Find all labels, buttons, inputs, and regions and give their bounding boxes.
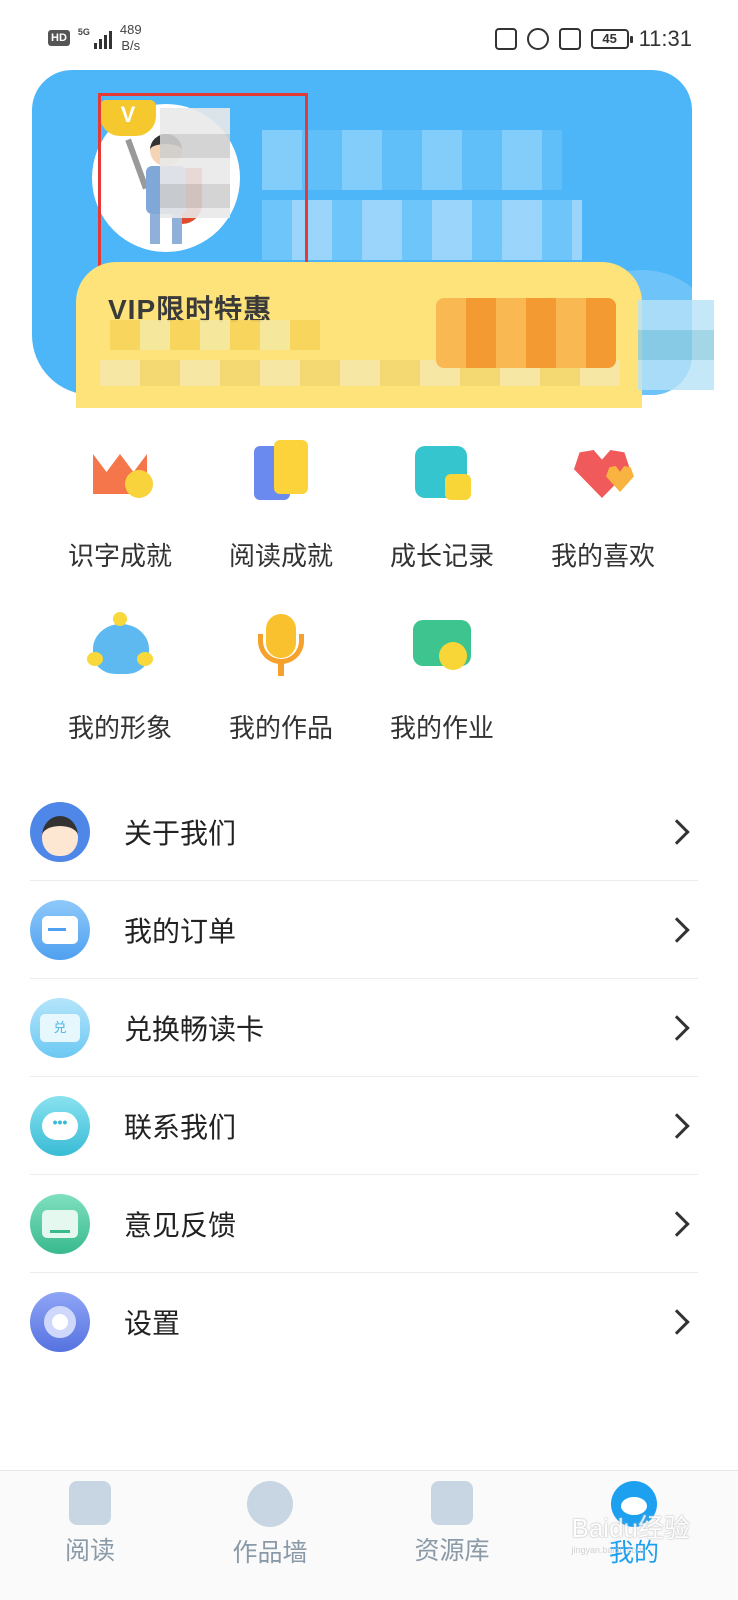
watermark-text: Baidu经验: [571, 1513, 691, 1543]
tab-label: 阅读: [64, 1537, 115, 1565]
homework-icon: [409, 612, 475, 678]
menu-item-redeem-card[interactable]: 兑 兑换畅读卡: [30, 979, 698, 1077]
status-left: HD 5G 489 B/s: [48, 22, 142, 54]
blurred-side-card: [638, 300, 714, 390]
speed-value: 489: [119, 22, 142, 37]
speed-unit: B/s: [121, 38, 141, 53]
menu-item-settings[interactable]: 设置: [30, 1273, 698, 1371]
status-bar: HD 5G 489 B/s 45 11:31: [0, 0, 738, 80]
menu-item-label: 我的订单: [124, 915, 237, 947]
chevron-right-icon: [664, 1112, 690, 1139]
vip-open-button[interactable]: [436, 298, 616, 368]
menu-item-contact-us[interactable]: ••• 联系我们: [30, 1077, 698, 1175]
menu-item-label: 联系我们: [124, 1111, 237, 1143]
network-speed: 489 B/s: [120, 22, 142, 54]
chevron-right-icon: [664, 1309, 690, 1335]
feature-label: 阅读成就: [228, 541, 333, 571]
chevron-right-icon: [664, 916, 690, 943]
signal-icon: 5G: [78, 27, 112, 49]
chat-bubble-icon: •••: [30, 1095, 90, 1156]
vibrate-icon: [558, 28, 581, 50]
alarm-icon: [526, 28, 549, 50]
feature-my-likes[interactable]: 我的喜欢: [523, 440, 683, 580]
feature-label: 我的作业: [389, 713, 494, 743]
network-type: 5G: [77, 27, 90, 37]
tab-works-wall[interactable]: 作品墙: [200, 1471, 340, 1600]
boy-face-icon: [30, 801, 90, 862]
tab-label: 作品墙: [232, 1539, 308, 1567]
feature-reading-achievement[interactable]: 阅读成就: [201, 440, 361, 580]
chevron-right-icon: [664, 818, 690, 845]
battery-icon: 45: [590, 29, 633, 49]
blurred-user-info: [262, 200, 582, 260]
ticket-icon: 兑: [30, 997, 90, 1058]
feature-my-avatar[interactable]: 我的形象: [40, 612, 200, 752]
feature-my-works[interactable]: 我的作品: [201, 612, 361, 752]
watermark-subtext: jingyan.baidu.com: [571, 1545, 645, 1555]
book-icon: [248, 440, 314, 506]
order-icon: [30, 899, 90, 960]
highlight-annotation-box: [98, 93, 308, 288]
reading-icon: [69, 1481, 111, 1525]
crown-icon: [87, 440, 153, 506]
menu-item-my-orders[interactable]: 我的订单: [30, 881, 698, 979]
feature-label: 我的形象: [67, 713, 172, 743]
feature-my-homework[interactable]: 我的作业: [362, 612, 522, 752]
works-wall-icon: [247, 1481, 293, 1527]
resource-library-icon: [431, 1481, 473, 1525]
feature-label: 识字成就: [67, 541, 172, 571]
feature-label: 成长记录: [389, 541, 494, 571]
chevron-right-icon: [664, 1210, 690, 1237]
baidu-watermark: Baidu经验 jingyan.baidu.com: [572, 1508, 691, 1555]
settings-gear-icon: [30, 1292, 90, 1352]
menu-item-label: 兑换畅读卡: [124, 1013, 265, 1045]
menu-item-label: 意见反馈: [124, 1209, 237, 1241]
blurred-promo-text: [110, 320, 320, 350]
feature-label: 我的喜欢: [550, 541, 655, 571]
menu-item-label: 关于我们: [124, 817, 237, 849]
menu-item-feedback[interactable]: 意见反馈: [30, 1175, 698, 1273]
tab-resource-library[interactable]: 资源库: [382, 1471, 522, 1600]
nfc-icon: [494, 28, 517, 50]
heart-icon: [570, 440, 636, 506]
feature-label: 我的作品: [228, 713, 333, 743]
tab-reading[interactable]: 阅读: [20, 1471, 160, 1600]
chevron-right-icon: [664, 1014, 690, 1041]
status-right: 45 11:31: [494, 26, 692, 52]
clock: 11:31: [638, 26, 692, 51]
tab-label: 资源库: [414, 1537, 490, 1565]
feature-literacy-achievement[interactable]: 识字成就: [40, 440, 200, 580]
feedback-icon: [30, 1193, 90, 1254]
feature-growth-record[interactable]: 成长记录: [362, 440, 522, 580]
menu-item-about-us[interactable]: 关于我们: [30, 783, 698, 881]
growth-chart-icon: [409, 440, 475, 506]
microphone-icon: [248, 612, 314, 678]
settings-menu: 关于我们 我的订单 兑 兑换畅读卡 ••• 联系我们 意见反馈 设置: [30, 783, 698, 1371]
avatar-character-icon: [87, 612, 153, 678]
menu-item-label: 设置: [124, 1308, 181, 1339]
hd-indicator: HD: [48, 30, 70, 46]
